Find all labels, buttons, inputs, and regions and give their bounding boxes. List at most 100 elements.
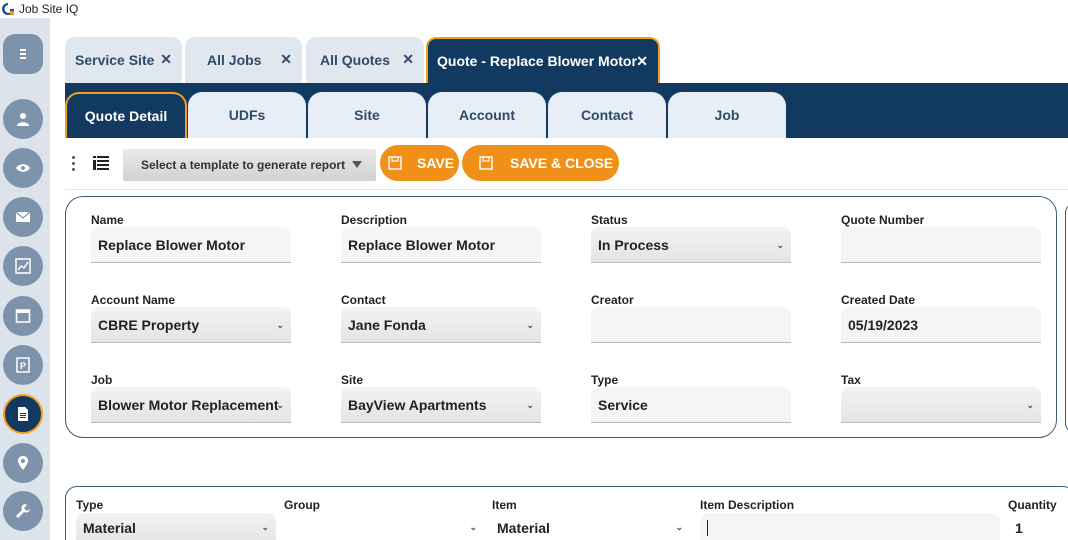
sidebar-item-contacts[interactable] bbox=[3, 99, 43, 139]
contact-value: Jane Fonda bbox=[348, 316, 426, 333]
title-bar: Job Site IQ bbox=[0, 0, 1068, 18]
close-icon[interactable]: ✕ bbox=[402, 51, 414, 68]
created-date-label: Created Date bbox=[841, 293, 916, 307]
chevron-down-icon: ⌄ bbox=[776, 240, 784, 250]
sidebar: P bbox=[0, 18, 50, 540]
creator-field[interactable] bbox=[591, 307, 791, 343]
sidebar-item-purchase-orders[interactable]: P bbox=[3, 345, 43, 385]
mail-icon bbox=[15, 211, 31, 222]
sidebar-item-view[interactable] bbox=[3, 148, 43, 188]
job-value: Blower Motor Replacement bbox=[98, 396, 279, 413]
save-and-close-label: SAVE & CLOSE bbox=[510, 155, 614, 171]
save-and-close-button[interactable]: SAVE & CLOSE bbox=[462, 145, 619, 181]
account-name-value: CBRE Property bbox=[98, 316, 200, 333]
line-item-type-value: Material bbox=[83, 520, 136, 536]
report-template-select[interactable]: Select a template to generate report bbox=[123, 149, 376, 181]
save-button[interactable]: SAVE bbox=[380, 145, 459, 181]
line-item-type-select[interactable]: Material ⌄ bbox=[76, 513, 276, 540]
sidebar-item-service[interactable] bbox=[3, 491, 43, 531]
line-item-group-label: Group bbox=[284, 498, 320, 512]
contact-select[interactable]: Jane Fonda ⌄ bbox=[341, 307, 541, 343]
job-select[interactable]: Blower Motor Replacement ⌄ bbox=[91, 387, 291, 423]
sidebar-item-quotes[interactable] bbox=[3, 394, 43, 434]
tax-select[interactable]: ⌄ bbox=[841, 387, 1041, 423]
save-label: SAVE bbox=[417, 155, 455, 171]
close-icon[interactable]: ✕ bbox=[160, 51, 172, 68]
app-title: Job Site IQ bbox=[19, 2, 79, 16]
tax-label: Tax bbox=[841, 373, 861, 387]
line-item-item-value: Material bbox=[497, 520, 550, 536]
subtab-account[interactable]: Account bbox=[428, 92, 546, 138]
menu-icon bbox=[20, 49, 26, 59]
type-label: Type bbox=[591, 373, 619, 387]
app-logo-icon bbox=[2, 3, 14, 15]
creator-label: Creator bbox=[591, 293, 634, 307]
tab-all-jobs[interactable]: All Jobs ✕ bbox=[185, 37, 302, 83]
job-label: Job bbox=[91, 373, 113, 387]
chevron-down-icon: ⌄ bbox=[276, 320, 284, 330]
caret-down-icon bbox=[352, 161, 362, 168]
item-description-field[interactable] bbox=[700, 513, 1000, 540]
chevron-down-icon: ⌄ bbox=[469, 522, 477, 532]
chevron-down-icon: ⌄ bbox=[526, 400, 534, 410]
close-icon[interactable]: ✕ bbox=[636, 53, 648, 70]
document-tab-bar: Service Site ✕ All Jobs ✕ All Quotes ✕ Q… bbox=[50, 18, 1068, 83]
subtab-job[interactable]: Job bbox=[668, 92, 786, 138]
sidebar-item-reports[interactable] bbox=[3, 246, 43, 286]
tab-all-quotes[interactable]: All Quotes ✕ bbox=[306, 37, 424, 83]
report-list-icon[interactable] bbox=[93, 155, 109, 171]
chevron-down-icon: ⌄ bbox=[675, 522, 683, 532]
calendar-icon bbox=[15, 309, 31, 323]
site-value: BayView Apartments bbox=[348, 396, 487, 413]
item-description-label: Item Description bbox=[700, 498, 795, 512]
status-label: Status bbox=[591, 213, 628, 227]
tab-label: Quote - Replace Blower Motor bbox=[437, 53, 637, 69]
close-icon[interactable]: ✕ bbox=[280, 51, 292, 68]
line-item-group-select[interactable]: ⌄ bbox=[284, 513, 484, 540]
report-template-placeholder: Select a template to generate report bbox=[141, 158, 346, 172]
more-options-icon[interactable] bbox=[72, 156, 76, 172]
quantity-label: Quantity bbox=[1008, 498, 1057, 512]
name-field[interactable]: Replace Blower Motor bbox=[91, 227, 291, 263]
chevron-down-icon: ⌄ bbox=[276, 400, 284, 410]
description-field[interactable]: Replace Blower Motor bbox=[341, 227, 541, 263]
purchase-order-icon: P bbox=[16, 357, 30, 373]
status-select[interactable]: In Process ⌄ bbox=[591, 227, 791, 263]
name-label: Name bbox=[91, 213, 124, 227]
site-select[interactable]: BayView Apartments ⌄ bbox=[341, 387, 541, 423]
quote-number-field[interactable] bbox=[841, 227, 1041, 263]
created-date-field[interactable]: 05/19/2023 bbox=[841, 307, 1041, 343]
quantity-field[interactable]: 1 bbox=[1008, 513, 1068, 540]
floppy-disk-icon bbox=[388, 156, 402, 170]
sidebar-item-mail[interactable] bbox=[3, 197, 43, 237]
subtab-site[interactable]: Site bbox=[308, 92, 426, 138]
chevron-down-icon: ⌄ bbox=[261, 522, 269, 532]
type-field[interactable]: Service bbox=[591, 387, 791, 423]
line-item-type-label: Type bbox=[76, 498, 104, 512]
sidebar-item-locations[interactable] bbox=[3, 443, 43, 483]
tab-label: All Jobs bbox=[207, 52, 262, 68]
document-icon bbox=[18, 407, 28, 421]
user-icon bbox=[17, 113, 29, 126]
chart-icon bbox=[15, 258, 31, 274]
tab-label: All Quotes bbox=[320, 52, 391, 68]
line-item-form: Type Material ⌄ Group ⌄ Item Material ⌄ … bbox=[65, 486, 1068, 540]
tab-label: Service Site bbox=[75, 52, 155, 68]
tab-service-site[interactable]: Service Site ✕ bbox=[65, 37, 182, 83]
subtab-contact[interactable]: Contact bbox=[548, 92, 666, 138]
chevron-down-icon: ⌄ bbox=[526, 320, 534, 330]
sidebar-menu-button[interactable] bbox=[3, 34, 43, 74]
sidebar-item-calendar[interactable] bbox=[3, 296, 43, 336]
contact-label: Contact bbox=[341, 293, 386, 307]
chevron-down-icon: ⌄ bbox=[1026, 400, 1034, 410]
tab-quote-replace-blower-motor[interactable]: Quote - Replace Blower Motor ✕ bbox=[426, 37, 660, 83]
subtab-quote-detail[interactable]: Quote Detail bbox=[65, 92, 187, 138]
quote-number-label: Quote Number bbox=[841, 213, 925, 227]
account-name-select[interactable]: CBRE Property ⌄ bbox=[91, 307, 291, 343]
wrench-icon bbox=[16, 504, 30, 518]
description-label: Description bbox=[341, 213, 408, 227]
line-item-item-select[interactable]: Material ⌄ bbox=[490, 513, 690, 540]
subtab-udfs[interactable]: UDFs bbox=[188, 92, 306, 138]
site-label: Site bbox=[341, 373, 364, 387]
svg-text:P: P bbox=[20, 361, 26, 371]
